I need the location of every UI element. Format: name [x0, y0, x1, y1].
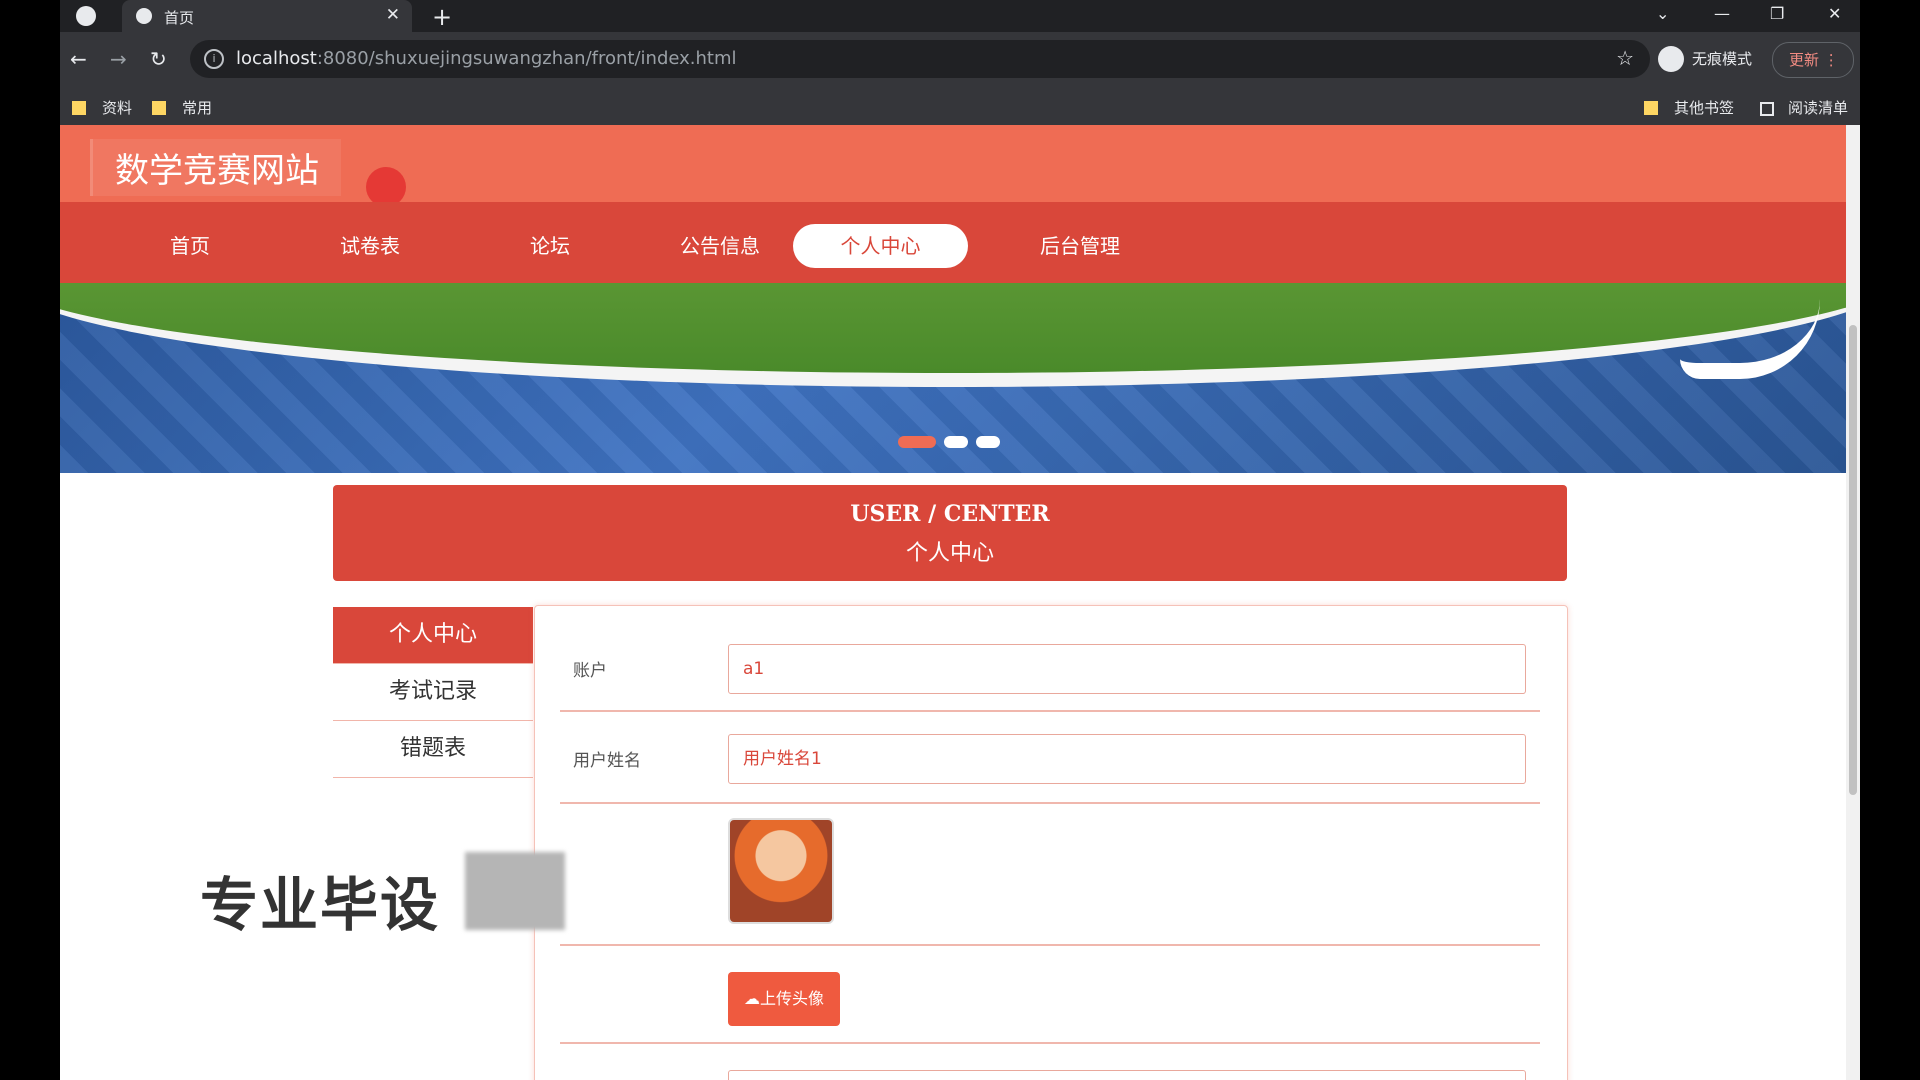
- url-text: localhost:8080/shuxuejingsuwangzhan/fron…: [236, 48, 737, 69]
- mouse-cursor-highlight: [366, 167, 406, 207]
- sidebar-item-exam-records[interactable]: 考试记录: [333, 664, 533, 721]
- page-scrollbar[interactable]: [1846, 125, 1860, 1080]
- username-input[interactable]: 用户姓名1: [728, 734, 1526, 784]
- site-header: 数学竞赛网站: [60, 125, 1846, 207]
- forward-icon[interactable]: →: [110, 47, 127, 71]
- account-label: 账户: [573, 661, 607, 681]
- minimize-icon[interactable]: —: [1714, 4, 1730, 23]
- carousel-dot-1[interactable]: [898, 436, 936, 448]
- account-row: 账户 a1: [560, 606, 1540, 712]
- bookmark-label: 资料: [102, 99, 133, 117]
- incognito-icon[interactable]: [1658, 46, 1684, 72]
- window-close-icon[interactable]: ✕: [1828, 4, 1841, 23]
- carousel-indicators: [898, 433, 1008, 452]
- bookmark-label: 常用: [182, 99, 213, 117]
- tab-search-icon[interactable]: ⌄: [1656, 4, 1669, 23]
- watermark-text: 专业毕设: [200, 871, 441, 939]
- restore-icon[interactable]: ❐: [1770, 4, 1784, 23]
- avatar: [728, 818, 834, 924]
- scrollbar-thumb[interactable]: [1849, 325, 1857, 795]
- carousel-dot-2[interactable]: [944, 436, 968, 448]
- nav-user-center[interactable]: 个人中心: [793, 224, 968, 268]
- upload-avatar-button[interactable]: ☁上传头像: [728, 972, 840, 1026]
- watermark-blur: [465, 852, 565, 930]
- profile-form: 账户 a1 用户姓名 用户姓名1 ☁上传头像: [534, 605, 1568, 1080]
- url-host: localhost: [236, 48, 317, 69]
- user-center-title-cn: 个人中心: [905, 541, 994, 566]
- upload-avatar-label: 上传头像: [759, 989, 824, 1008]
- username-label: 用户姓名: [573, 751, 641, 771]
- nav-admin[interactable]: 后台管理: [1010, 224, 1150, 268]
- update-button[interactable]: 更新 ⋮: [1772, 42, 1854, 78]
- folder-icon: [72, 101, 86, 115]
- bookmarks-bar: 资料 常用 其他书签 阅读清单: [60, 88, 1860, 126]
- globe-icon: [136, 8, 152, 24]
- avatar-row: [560, 804, 1540, 946]
- other-bookmarks-label: 其他书签: [1674, 99, 1735, 117]
- user-center-heading: USER / CENTER 个人中心: [333, 485, 1567, 581]
- banner-carousel: [60, 283, 1846, 473]
- user-center-title-en: USER / CENTER: [850, 501, 1050, 527]
- browser-tab[interactable]: 首页 ✕: [122, 0, 412, 32]
- folder-icon: [152, 101, 166, 115]
- nav-announcements[interactable]: 公告信息: [650, 224, 790, 268]
- address-bar[interactable]: i localhost:8080/shuxuejingsuwangzhan/fr…: [190, 40, 1650, 78]
- reload-icon[interactable]: ↻: [150, 47, 167, 71]
- next-row: [560, 1044, 1540, 1080]
- back-icon[interactable]: ←: [70, 47, 87, 71]
- reading-list[interactable]: 阅读清单: [1760, 97, 1848, 118]
- site-logo[interactable]: 数学竞赛网站: [90, 139, 341, 196]
- nav-forum[interactable]: 论坛: [490, 224, 610, 268]
- browser-toolbar: ← → ↻ i localhost:8080/shuxuejingsuwangz…: [60, 32, 1860, 88]
- chrome-menu-icon[interactable]: [76, 6, 96, 26]
- next-field-input[interactable]: [728, 1070, 1526, 1080]
- user-center-sidebar: 个人中心 考试记录 错题表: [333, 607, 533, 778]
- tab-strip: 首页 ✕ + ⌄ — ❐ ✕: [60, 0, 1860, 32]
- cloud-upload-icon: ☁: [743, 989, 760, 1008]
- other-bookmarks[interactable]: 其他书签: [1644, 97, 1734, 118]
- bookmark-folder-1[interactable]: 资料: [72, 97, 132, 118]
- account-input[interactable]: a1: [728, 644, 1526, 694]
- main-nav: 首页 试卷表 论坛 公告信息 个人中心 后台管理: [60, 202, 1846, 283]
- nav-home[interactable]: 首页: [130, 224, 250, 268]
- nav-papers[interactable]: 试卷表: [300, 224, 440, 268]
- close-tab-icon[interactable]: ✕: [386, 5, 400, 25]
- upload-row: ☁上传头像: [560, 946, 1540, 1044]
- reading-list-label: 阅读清单: [1788, 99, 1849, 117]
- username-row: 用户姓名 用户姓名1: [560, 712, 1540, 804]
- reading-list-icon: [1760, 102, 1774, 116]
- bookmark-star-icon[interactable]: ☆: [1616, 46, 1634, 70]
- sidebar-item-profile[interactable]: 个人中心: [333, 607, 533, 664]
- update-label: 更新: [1789, 51, 1820, 69]
- url-path: :8080/shuxuejingsuwangzhan/front/index.h…: [316, 48, 737, 69]
- tab-title: 首页: [164, 9, 195, 27]
- bookmark-folder-2[interactable]: 常用: [152, 97, 212, 118]
- folder-icon: [1644, 101, 1658, 115]
- sidebar-item-wrong-questions[interactable]: 错题表: [333, 721, 533, 778]
- new-tab-icon[interactable]: +: [432, 3, 452, 31]
- carousel-dot-3[interactable]: [976, 436, 1000, 448]
- site-info-icon[interactable]: i: [204, 49, 224, 69]
- incognito-label: 无痕模式: [1692, 50, 1753, 68]
